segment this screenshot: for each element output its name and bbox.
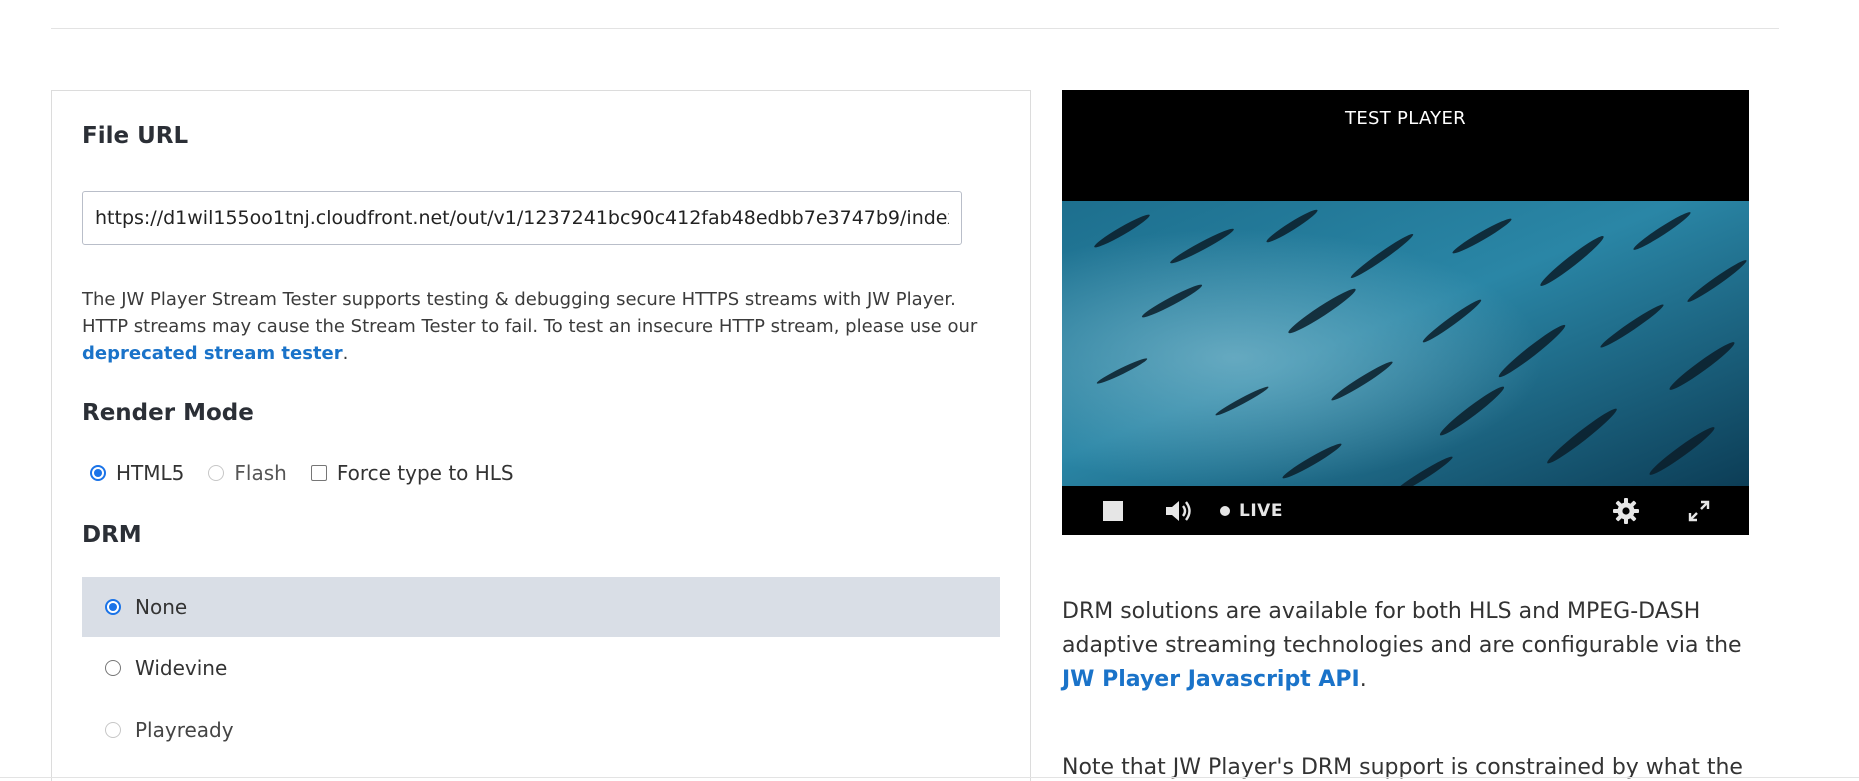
drm-none-radio[interactable] — [105, 599, 121, 615]
drm-widevine-label: Widevine — [135, 656, 228, 680]
stop-icon[interactable] — [1097, 486, 1129, 535]
video-still-image — [1062, 201, 1749, 486]
player-control-bar: LIVE — [1062, 486, 1749, 535]
drm-title: DRM — [82, 522, 142, 548]
html5-label: HTML5 — [116, 461, 185, 485]
flash-label: Flash — [234, 461, 287, 485]
drm-playready-radio[interactable] — [105, 722, 121, 738]
file-url-title: File URL — [82, 123, 189, 149]
drm-info-text: DRM solutions are available for both HLS… — [1062, 595, 1762, 697]
render-mode-title: Render Mode — [82, 400, 254, 426]
video-frame[interactable] — [1062, 201, 1749, 486]
drm-widevine-radio[interactable] — [105, 660, 121, 676]
drm-option-none[interactable]: None — [82, 577, 1000, 637]
drm-info-suffix: . — [1359, 667, 1367, 692]
settings-gear-icon[interactable] — [1609, 486, 1643, 535]
force-hls-label: Force type to HLS — [336, 461, 514, 485]
flash-radio[interactable] — [208, 465, 225, 481]
drm-option-playready[interactable]: Playready — [82, 700, 1000, 760]
render-mode-html5[interactable]: HTML5 — [82, 461, 184, 485]
help-text-suffix: . — [342, 343, 349, 364]
help-text-body: The JW Player Stream Tester supports tes… — [82, 289, 978, 337]
video-player[interactable]: TEST PLAYER LIVE — [1062, 90, 1749, 535]
bottom-divider — [0, 777, 1859, 778]
drm-option-widevine[interactable]: Widevine — [82, 638, 1000, 698]
html5-radio[interactable] — [90, 465, 106, 481]
file-url-input[interactable] — [82, 191, 962, 245]
drm-info-body: DRM solutions are available for both HLS… — [1062, 599, 1742, 658]
drm-none-label: None — [135, 595, 188, 619]
player-title: TEST PLAYER — [1345, 108, 1466, 129]
drm-playready-label: Playready — [135, 718, 234, 742]
live-dot-icon — [1220, 505, 1230, 516]
volume-icon[interactable] — [1161, 486, 1197, 535]
render-mode-flash[interactable]: Flash — [200, 461, 287, 485]
deprecated-tester-link[interactable]: deprecated stream tester — [82, 343, 343, 364]
force-hls-option[interactable]: Force type to HLS — [303, 461, 514, 485]
help-text: The JW Player Stream Tester supports tes… — [82, 286, 982, 367]
force-hls-checkbox[interactable] — [310, 465, 327, 481]
render-mode-options: HTML5 Flash Force type to HLS — [82, 458, 530, 488]
fullscreen-icon[interactable] — [1682, 486, 1716, 535]
jw-player-api-link[interactable]: JW Player Javascript API — [1062, 667, 1360, 692]
live-indicator: LIVE — [1220, 486, 1300, 535]
live-label: LIVE — [1239, 500, 1283, 521]
top-divider — [51, 28, 1779, 29]
